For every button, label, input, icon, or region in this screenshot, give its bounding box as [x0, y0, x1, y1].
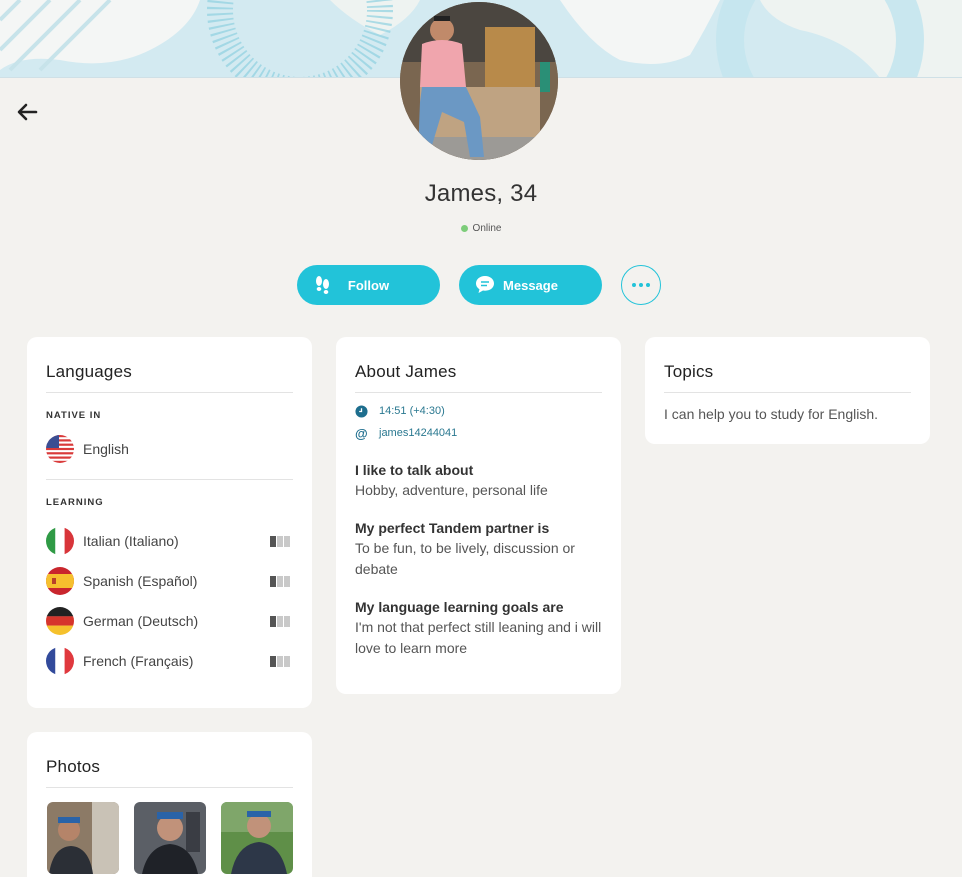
avatar-photo — [400, 2, 558, 160]
profile-avatar[interactable] — [400, 2, 558, 160]
language-name: Italian (Italiano) — [83, 533, 179, 549]
photo-image — [47, 802, 119, 874]
germany-flag-icon — [46, 607, 74, 635]
photo-thumbnail[interactable] — [134, 802, 206, 874]
dot-icon — [639, 283, 643, 287]
local-time-row: 14:51 (+4:30) — [355, 400, 602, 422]
follow-button[interactable]: Follow — [297, 265, 440, 305]
topics-card: Topics I can help you to study for Engli… — [645, 337, 930, 444]
learning-language-row: Spanish (Español) — [46, 561, 293, 601]
france-flag-icon — [46, 647, 74, 675]
chat-bubble-icon — [476, 276, 494, 293]
profile-name: James, 34 — [424, 180, 538, 207]
about-answer: Hobby, adventure, personal life — [355, 482, 548, 498]
italy-flag-icon — [46, 527, 74, 555]
username: james14244041 — [379, 427, 458, 439]
clock-icon — [355, 404, 368, 418]
photo-image — [221, 802, 293, 874]
about-card: About James 14:51 (+4:30) @ james1424404… — [336, 337, 621, 694]
about-question: My perfect Tandem partner is — [355, 520, 550, 536]
online-status: Online — [0, 223, 962, 234]
back-button[interactable] — [12, 98, 42, 126]
learning-language-row: French (Français) — [46, 641, 293, 681]
more-options-button[interactable] — [621, 265, 661, 305]
topics-text: I can help you to study for English. — [664, 406, 879, 422]
message-button[interactable]: Message — [459, 265, 602, 305]
photo-image — [134, 802, 206, 874]
level-indicator — [270, 616, 290, 627]
username-row: @ james14244041 — [355, 422, 602, 444]
languages-card: Languages NATIVE IN English LEARNING Ita… — [27, 337, 312, 708]
about-title: About James — [355, 362, 457, 381]
topics-title: Topics — [664, 362, 714, 381]
photo-thumbnail[interactable] — [47, 802, 119, 874]
native-label: NATIVE IN — [46, 410, 102, 421]
local-time: 14:51 (+4:30) — [379, 405, 445, 417]
footprints-icon — [316, 276, 329, 294]
photos-title: Photos — [46, 757, 101, 776]
about-question: My language learning goals are — [355, 599, 564, 615]
arrow-left-icon — [17, 103, 38, 121]
divider — [46, 392, 293, 393]
about-answer: To be fun, to be lively, discussion or d… — [355, 540, 575, 577]
divider — [46, 787, 293, 788]
level-indicator — [270, 576, 290, 587]
level-indicator — [270, 536, 290, 547]
dot-icon — [646, 283, 650, 287]
us-flag-icon — [46, 435, 74, 463]
language-name: Spanish (Español) — [83, 573, 198, 589]
online-dot-icon — [460, 225, 468, 232]
learning-language-row: German (Deutsch) — [46, 601, 293, 641]
spain-flag-icon — [46, 567, 74, 595]
photos-card: Photos — [27, 732, 312, 877]
learning-label: LEARNING — [46, 497, 104, 508]
language-name: French (Français) — [83, 653, 194, 669]
divider — [46, 479, 293, 480]
photo-thumbnail[interactable] — [221, 802, 293, 874]
at-sign-icon: @ — [355, 425, 368, 441]
native-language-row: English — [46, 429, 293, 469]
divider — [664, 392, 911, 393]
about-answer: I'm not that perfect still leaning and i… — [355, 619, 602, 656]
level-indicator — [270, 656, 290, 667]
language-name: English — [83, 441, 129, 457]
about-question: I like to talk about — [355, 462, 474, 478]
status-text: Online — [472, 223, 502, 234]
divider — [355, 392, 602, 393]
languages-title: Languages — [46, 362, 132, 381]
learning-language-row: Italian (Italiano) — [46, 521, 293, 561]
language-name: German (Deutsch) — [83, 613, 199, 629]
dot-icon — [632, 283, 636, 287]
